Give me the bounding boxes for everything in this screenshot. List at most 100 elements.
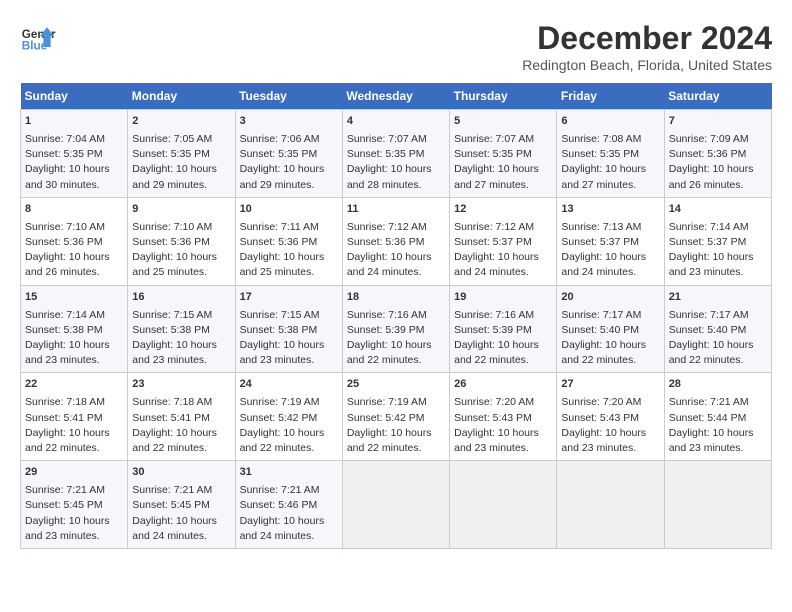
sunrise-text: Sunrise: 7:08 AM xyxy=(561,133,641,145)
calendar-cell: 18Sunrise: 7:16 AMSunset: 5:39 PMDayligh… xyxy=(342,285,449,373)
sunrise-text: Sunrise: 7:12 AM xyxy=(347,221,427,233)
calendar-week-row: 29 Sunrise: 7:21 AM Sunset: 5:45 PM Dayligh… xyxy=(21,461,772,549)
day-number: 30 xyxy=(132,465,230,481)
calendar-cell: 21Sunrise: 7:17 AMSunset: 5:40 PMDayligh… xyxy=(664,285,771,373)
calendar-cell: 10Sunrise: 7:11 AMSunset: 5:36 PMDayligh… xyxy=(235,197,342,285)
daylight-text: Daylight: 10 hours and 24 minutes. xyxy=(347,251,432,278)
calendar-cell: 27Sunrise: 7:20 AMSunset: 5:43 PMDayligh… xyxy=(557,373,664,461)
calendar-cell: 4Sunrise: 7:07 AMSunset: 5:35 PMDaylight… xyxy=(342,110,449,198)
calendar-body: 1Sunrise: 7:04 AMSunset: 5:35 PMDaylight… xyxy=(21,110,772,549)
day-number: 31 xyxy=(240,465,338,481)
calendar-cell: 25Sunrise: 7:19 AMSunset: 5:42 PMDayligh… xyxy=(342,373,449,461)
sunset-text: Sunset: 5:35 PM xyxy=(132,148,210,160)
sunset-text: Sunset: 5:35 PM xyxy=(240,148,318,160)
calendar-cell: 1Sunrise: 7:04 AMSunset: 5:35 PMDaylight… xyxy=(21,110,128,198)
daylight-text: Daylight: 10 hours and 29 minutes. xyxy=(240,163,325,190)
daylight-text: Daylight: 10 hours and 30 minutes. xyxy=(25,163,110,190)
sunrise-text: Sunrise: 7:14 AM xyxy=(25,309,105,321)
calendar-cell: 11Sunrise: 7:12 AMSunset: 5:36 PMDayligh… xyxy=(342,197,449,285)
daylight-text: Daylight: 10 hours and 26 minutes. xyxy=(25,251,110,278)
sunset-text: Sunset: 5:36 PM xyxy=(240,236,318,248)
daylight-text: Daylight: 10 hours and 22 minutes. xyxy=(132,427,217,454)
day-number: 5 xyxy=(454,114,552,130)
day-number: 17 xyxy=(240,290,338,306)
calendar-cell xyxy=(557,461,664,549)
sunrise-text: Sunrise: 7:04 AM xyxy=(25,133,105,145)
calendar-cell: 28Sunrise: 7:21 AMSunset: 5:44 PMDayligh… xyxy=(664,373,771,461)
day-number: 18 xyxy=(347,290,445,306)
calendar-cell: 5Sunrise: 7:07 AMSunset: 5:35 PMDaylight… xyxy=(450,110,557,198)
calendar-cell xyxy=(664,461,771,549)
sunrise-text: Sunrise: 7:13 AM xyxy=(561,221,641,233)
calendar-cell xyxy=(342,461,449,549)
day-number: 6 xyxy=(561,114,659,130)
day-header-thursday: Thursday xyxy=(450,83,557,110)
day-number: 12 xyxy=(454,202,552,218)
day-header-wednesday: Wednesday xyxy=(342,83,449,110)
sunrise-text: Sunrise: 7:15 AM xyxy=(240,309,320,321)
calendar-cell: 31Sunrise: 7:21 AMSunset: 5:46 PMDayligh… xyxy=(235,461,342,549)
sunset-text: Sunset: 5:45 PM xyxy=(132,499,210,511)
page-header: General Blue December 2024 Redington Bea… xyxy=(20,20,772,73)
sunrise-text: Sunrise: 7:07 AM xyxy=(454,133,534,145)
day-number: 2 xyxy=(132,114,230,130)
day-header-tuesday: Tuesday xyxy=(235,83,342,110)
calendar-cell: 9Sunrise: 7:10 AMSunset: 5:36 PMDaylight… xyxy=(128,197,235,285)
logo: General Blue xyxy=(20,20,56,56)
day-number: 25 xyxy=(347,377,445,393)
calendar-cell: 13Sunrise: 7:13 AMSunset: 5:37 PMDayligh… xyxy=(557,197,664,285)
sunset-text: Sunset: 5:35 PM xyxy=(561,148,639,160)
sunset-text: Sunset: 5:43 PM xyxy=(561,412,639,424)
sunset-text: Sunset: 5:35 PM xyxy=(454,148,532,160)
calendar-cell: 15Sunrise: 7:14 AMSunset: 5:38 PMDayligh… xyxy=(21,285,128,373)
sunset-text: Sunset: 5:35 PM xyxy=(25,148,103,160)
calendar-cell: 30Sunrise: 7:21 AMSunset: 5:45 PMDayligh… xyxy=(128,461,235,549)
daylight-text: Daylight: 10 hours and 23 minutes. xyxy=(669,427,754,454)
day-number: 24 xyxy=(240,377,338,393)
sunrise-text: Sunrise: 7:05 AM xyxy=(132,133,212,145)
sunset-text: Sunset: 5:36 PM xyxy=(132,236,210,248)
sunset-text: Sunset: 5:42 PM xyxy=(240,412,318,424)
day-number: 13 xyxy=(561,202,659,218)
day-number: 20 xyxy=(561,290,659,306)
calendar-cell: 7Sunrise: 7:09 AMSunset: 5:36 PMDaylight… xyxy=(664,110,771,198)
sunset-text: Sunset: 5:37 PM xyxy=(454,236,532,248)
day-number: 21 xyxy=(669,290,767,306)
daylight-text: Daylight: 10 hours and 23 minutes. xyxy=(25,515,110,542)
day-number: 7 xyxy=(669,114,767,130)
daylight-text: Daylight: 10 hours and 22 minutes. xyxy=(669,339,754,366)
sunrise-text: Sunrise: 7:17 AM xyxy=(669,309,749,321)
day-number: 10 xyxy=(240,202,338,218)
sunset-text: Sunset: 5:42 PM xyxy=(347,412,425,424)
day-number: 4 xyxy=(347,114,445,130)
sunrise-text: Sunrise: 7:14 AM xyxy=(669,221,749,233)
sunset-text: Sunset: 5:38 PM xyxy=(240,324,318,336)
page-subtitle: Redington Beach, Florida, United States xyxy=(522,57,772,73)
daylight-text: Daylight: 10 hours and 22 minutes. xyxy=(240,427,325,454)
day-number: 11 xyxy=(347,202,445,218)
sunset-text: Sunset: 5:38 PM xyxy=(132,324,210,336)
daylight-text: Daylight: 10 hours and 23 minutes. xyxy=(132,339,217,366)
day-number: 15 xyxy=(25,290,123,306)
day-number: 14 xyxy=(669,202,767,218)
page-title: December 2024 xyxy=(522,20,772,57)
daylight-text: Daylight: 10 hours and 24 minutes. xyxy=(454,251,539,278)
calendar-cell xyxy=(450,461,557,549)
daylight-text: Daylight: 10 hours and 26 minutes. xyxy=(669,163,754,190)
daylight-text: Daylight: 10 hours and 22 minutes. xyxy=(454,339,539,366)
sunrise-text: Sunrise: 7:21 AM xyxy=(132,484,212,496)
daylight-text: Daylight: 10 hours and 23 minutes. xyxy=(25,339,110,366)
sunrise-text: Sunrise: 7:18 AM xyxy=(132,396,212,408)
calendar-cell: 2Sunrise: 7:05 AMSunset: 5:35 PMDaylight… xyxy=(128,110,235,198)
day-number: 23 xyxy=(132,377,230,393)
day-number: 29 xyxy=(25,465,123,481)
day-number: 16 xyxy=(132,290,230,306)
sunrise-text: Sunrise: 7:21 AM xyxy=(25,484,105,496)
calendar-cell: 8Sunrise: 7:10 AMSunset: 5:36 PMDaylight… xyxy=(21,197,128,285)
daylight-text: Daylight: 10 hours and 22 minutes. xyxy=(347,427,432,454)
sunset-text: Sunset: 5:43 PM xyxy=(454,412,532,424)
sunset-text: Sunset: 5:46 PM xyxy=(240,499,318,511)
sunset-text: Sunset: 5:35 PM xyxy=(347,148,425,160)
daylight-text: Daylight: 10 hours and 28 minutes. xyxy=(347,163,432,190)
calendar-cell: 16Sunrise: 7:15 AMSunset: 5:38 PMDayligh… xyxy=(128,285,235,373)
